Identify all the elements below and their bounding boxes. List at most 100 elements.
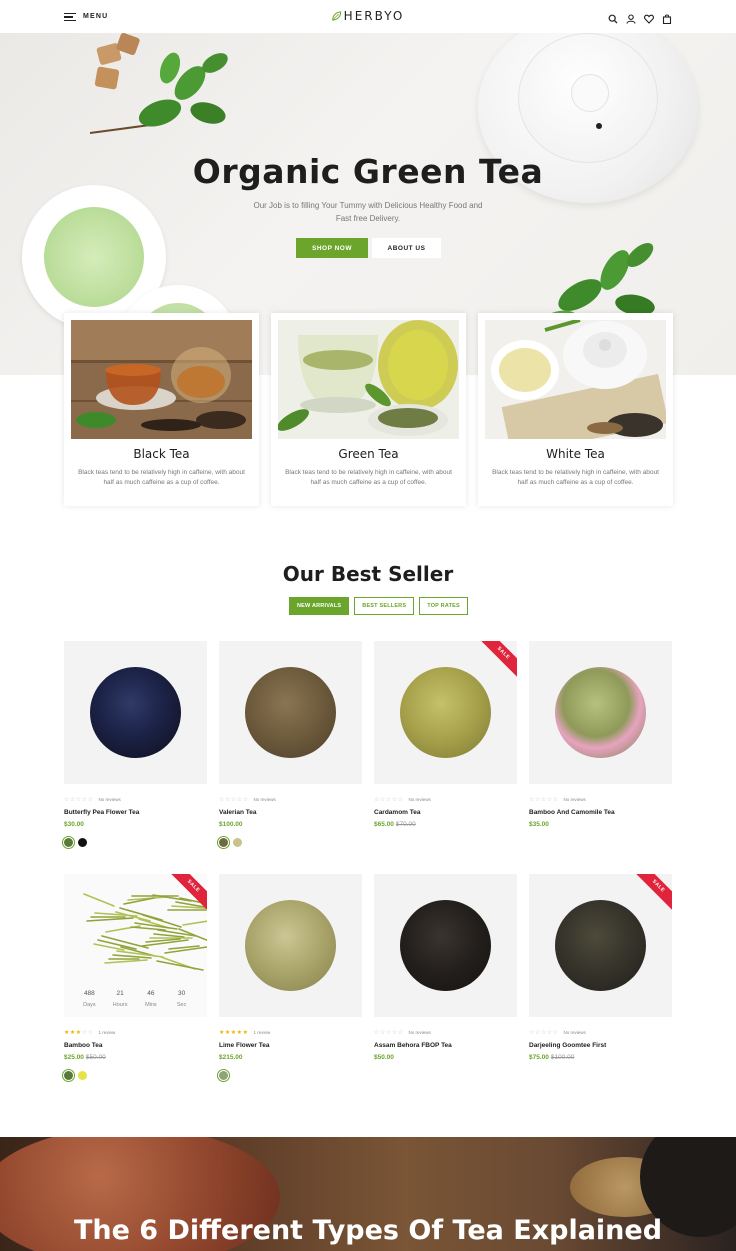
countdown-label: Hours — [112, 1002, 128, 1008]
category-description: Black teas tend to be relatively high in… — [285, 469, 452, 486]
countdown-value: 21 — [116, 990, 124, 997]
product-card[interactable]: ★★★★★ 1 review Lime Flower Tea $215.00 — [219, 874, 362, 1080]
loose-tea-image — [90, 667, 181, 758]
variant-swatch[interactable] — [64, 838, 73, 847]
user-icon[interactable] — [626, 11, 636, 24]
review-count: No reviews — [563, 797, 586, 802]
product-name[interactable]: Valerian Tea — [219, 809, 362, 816]
menu-button[interactable]: MENU — [64, 12, 109, 21]
sale-countdown: 488 Days 21 Hours 46 Mins 30 Sec — [64, 990, 207, 1008]
loose-tea-image — [400, 667, 491, 758]
product-rating: ★★★☆☆ 1 review — [64, 1028, 207, 1037]
product-image[interactable] — [219, 641, 362, 784]
product-image[interactable] — [374, 874, 517, 1017]
product-card[interactable]: ☆☆☆☆☆ No reviews Bamboo And Camomile Tea $3… — [529, 641, 672, 828]
star-rating-icon: ☆☆☆☆☆ — [529, 1029, 559, 1036]
product-price-row: $25.00 $50.00 — [64, 1054, 207, 1061]
product-price-row: $50.00 — [374, 1054, 517, 1061]
review-count: 1 review — [98, 1030, 116, 1035]
sale-badge: SALE — [630, 874, 672, 914]
category-card-white-tea[interactable]: White Tea Black teas tend to be relative… — [478, 313, 673, 506]
best-seller-title: Our Best Seller — [282, 562, 454, 586]
tab-best-sellers[interactable]: BEST SELLERS — [354, 597, 415, 615]
countdown-cell: 30 Sec — [169, 990, 194, 1008]
variant-swatch[interactable] — [78, 1071, 87, 1080]
product-image[interactable]: SALE — [374, 641, 517, 784]
menu-label: MENU — [83, 13, 109, 20]
product-card[interactable]: ☆☆☆☆☆ No reviews Valerian Tea $100.00 — [219, 641, 362, 847]
product-name[interactable]: Bamboo And Camomile Tea — [529, 809, 672, 816]
product-rating: ☆☆☆☆☆ No reviews — [374, 795, 517, 804]
star-rating-icon: ★★★★★ — [219, 1029, 249, 1036]
loose-tea-image — [555, 667, 646, 758]
countdown-label: Sec — [176, 1002, 187, 1008]
countdown-cell: 21 Hours — [108, 990, 133, 1008]
variant-swatch[interactable] — [219, 1071, 228, 1080]
star-rating-icon: ☆☆☆☆☆ — [219, 796, 249, 803]
category-card-green-tea[interactable]: Green Tea Black teas tend to be relative… — [271, 313, 466, 506]
countdown-value: 488 — [83, 990, 95, 997]
variant-swatch[interactable] — [233, 838, 242, 847]
product-price-row: $215.00 — [219, 1054, 362, 1061]
product-price: $75.00 — [529, 1054, 549, 1061]
product-name[interactable]: Assam Behora FBOP Tea — [374, 1042, 517, 1049]
product-image[interactable]: SALE — [529, 874, 672, 1017]
shop-now-button[interactable]: SHOP NOW — [296, 238, 368, 258]
product-image[interactable] — [529, 641, 672, 784]
site-logo[interactable]: HERBYO — [332, 9, 405, 23]
category-title: White Tea — [546, 447, 605, 461]
category-card-black-tea[interactable]: Black Tea Black teas tend to be relative… — [64, 313, 259, 506]
product-name[interactable]: Bamboo Tea — [64, 1042, 207, 1049]
product-card[interactable]: 488 Days 21 Hours 46 Mins 30 Sec SALE ★★★☆☆ 1 revi… — [64, 874, 207, 1080]
tab-new-arrivals[interactable]: NEW ARRIVALS — [289, 597, 350, 615]
heart-icon[interactable] — [644, 11, 654, 24]
logo-text: HERBYO — [343, 9, 405, 23]
product-price-row: $65.00 $70.00 — [374, 821, 517, 828]
product-card[interactable]: ☆☆☆☆☆ No reviews Butterfly Pea Flower Tea $… — [64, 641, 207, 847]
variant-swatch[interactable] — [64, 1071, 73, 1080]
product-price: $65.00 — [374, 821, 394, 828]
product-price-row: $35.00 — [529, 821, 672, 828]
product-price-row: $100.00 — [219, 821, 362, 828]
category-description: Black teas tend to be relatively high in… — [492, 469, 659, 486]
product-name[interactable]: Cardamom Tea — [374, 809, 517, 816]
star-rating-icon: ★★★☆☆ — [64, 1029, 94, 1036]
leaf-logo-icon — [332, 11, 342, 21]
about-us-button[interactable]: ABOUT US — [372, 238, 441, 258]
product-image[interactable]: 488 Days 21 Hours 46 Mins 30 Sec SALE — [64, 874, 207, 1017]
product-rating: ☆☆☆☆☆ No reviews — [529, 795, 672, 804]
product-price: $35.00 — [529, 821, 549, 828]
category-title: Green Tea — [338, 447, 399, 461]
product-price: $100.00 — [219, 821, 243, 828]
product-card[interactable]: SALE ☆☆☆☆☆ No reviews Darjeeling Goomtee Fi… — [529, 874, 672, 1061]
product-name[interactable]: Lime Flower Tea — [219, 1042, 362, 1049]
product-image[interactable] — [64, 641, 207, 784]
star-rating-icon: ☆☆☆☆☆ — [374, 796, 404, 803]
banner-title: The 6 Different Types Of Tea Explained — [73, 1215, 663, 1246]
white-tea-image — [485, 320, 666, 439]
review-count: No reviews — [408, 797, 431, 802]
bag-icon[interactable] — [662, 11, 672, 25]
variant-swatch[interactable] — [78, 838, 87, 847]
hero-subtitle: Our Job is to filling Your Tummy with De… — [253, 201, 483, 223]
variant-swatch[interactable] — [219, 838, 228, 847]
category-title: Black Tea — [133, 447, 190, 461]
color-swatches — [219, 838, 362, 847]
product-old-price: $100.00 — [550, 1054, 575, 1061]
green-tea-image — [278, 320, 459, 439]
product-name[interactable]: Butterfly Pea Flower Tea — [64, 809, 207, 816]
product-old-price: $70.00 — [395, 821, 416, 828]
product-price-row: $75.00 $100.00 — [529, 1054, 672, 1061]
product-old-price: $50.00 — [85, 1054, 106, 1061]
search-icon[interactable] — [608, 11, 618, 24]
review-count: 1 review — [253, 1030, 271, 1035]
product-image[interactable] — [219, 874, 362, 1017]
loose-tea-image — [245, 900, 336, 991]
product-name[interactable]: Darjeeling Goomtee First — [529, 1042, 672, 1049]
product-card[interactable]: ☆☆☆☆☆ No reviews Assam Behora FBOP Tea $50.… — [374, 874, 517, 1061]
tab-top-rates[interactable]: TOP RATES — [419, 597, 468, 615]
product-card[interactable]: SALE ☆☆☆☆☆ No reviews Cardamom Tea $65.00 $70… — [374, 641, 517, 828]
product-rating: ☆☆☆☆☆ No reviews — [374, 1028, 517, 1037]
product-rating: ☆☆☆☆☆ No reviews — [64, 795, 207, 804]
color-swatches — [219, 1071, 362, 1080]
